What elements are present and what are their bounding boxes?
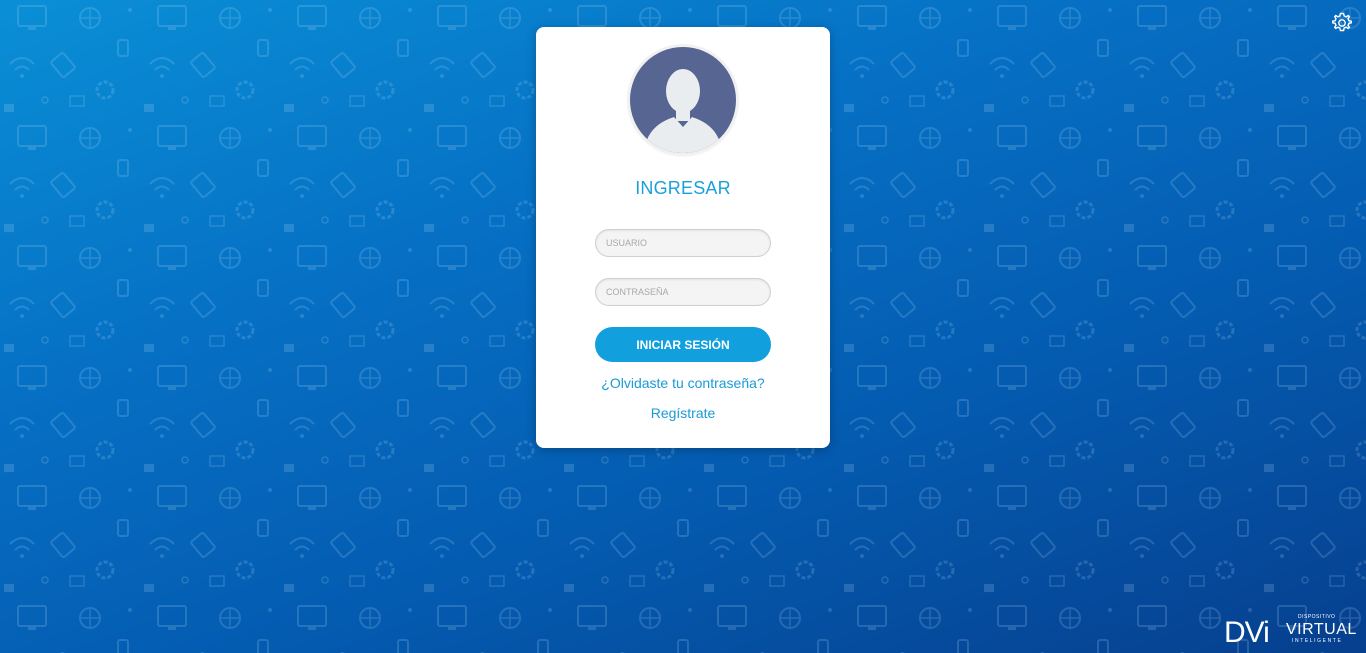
logo-main-text: VIRTUAL	[1286, 621, 1357, 638]
login-title: INGRESAR	[635, 178, 731, 198]
logo-top-text: DISPOSITIVO	[1298, 614, 1335, 620]
forgot-password-link[interactable]: ¿Olvidaste tu contraseña?	[536, 375, 830, 391]
password-input[interactable]	[595, 278, 771, 306]
logo-bottom-text: INTELIGENTE	[1292, 638, 1342, 644]
brand-logo: DVi DISPOSITIVO VIRTUAL INTELIGENTE	[1224, 612, 1358, 649]
gear-icon[interactable]	[1330, 11, 1354, 35]
login-card: INGRESAR INICIAR SESIÓN ¿Olvidaste tu co…	[536, 27, 830, 448]
username-input[interactable]	[595, 229, 771, 257]
logo-mark: DVi	[1224, 616, 1269, 646]
register-link[interactable]: Regístrate	[536, 405, 830, 421]
login-button[interactable]: INICIAR SESIÓN	[595, 327, 771, 362]
user-silhouette-icon	[630, 47, 736, 153]
